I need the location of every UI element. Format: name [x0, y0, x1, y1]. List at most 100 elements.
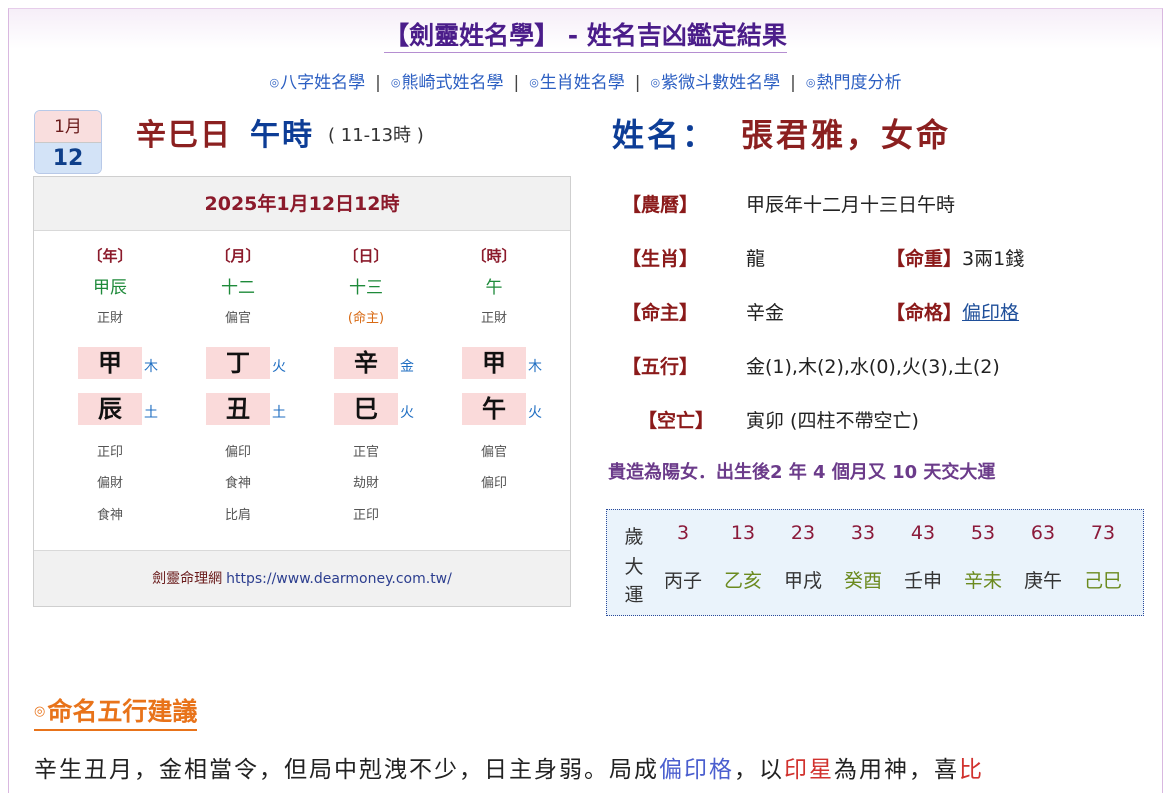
bullet-icon: ◎ [650, 76, 661, 89]
hidden-god: 正官 [352, 445, 379, 460]
hidden-god: 正印 [96, 445, 123, 460]
pillar-god: (命主) [347, 311, 385, 326]
heavenly-stem: 甲 [462, 347, 526, 379]
pillar-lunar: 十二 [221, 278, 255, 298]
pattern-link[interactable]: 偏印格 [962, 302, 1019, 324]
luck-age: 3 [676, 522, 690, 544]
page-title: 【劍靈姓名學】 - 姓名吉凶鑑定結果 [0, 16, 1171, 53]
hidden-god: 比肩 [224, 508, 251, 523]
hidden-god: 劫財 [352, 476, 379, 491]
luck-pillar: 癸酉 [843, 570, 882, 592]
luck-pillar: 辛未 [963, 570, 1002, 592]
info-zodiac-value: 龍 [746, 248, 766, 270]
top-nav: ◎八字姓名學 | ◎熊崎式姓名學 | ◎生肖姓名學 | ◎紫微斗數姓名學 | ◎熱門度分析 [269, 73, 902, 93]
chart-footer: 劍靈命理網 https://www.dearmoney.com.tw/ [34, 550, 570, 606]
pillar-god: 正財 [96, 311, 123, 326]
calendar-month: 1月 [35, 111, 101, 143]
bullet-icon: ◎ [269, 76, 280, 89]
pillar-hour: 〔時〕 午 正財 [444, 245, 544, 329]
earthly-branch: 午 [462, 393, 526, 425]
luck-pillar: 乙亥 [723, 570, 762, 592]
bazi-chart: 2025年1月12日12時 〔年〕 甲辰 正財 〔月〕 十二 偏官 〔日〕 十三… [33, 176, 571, 607]
nav-popularity[interactable]: ◎熱門度分析 [806, 73, 902, 93]
info-weight: 【命重】3兩1錢 [886, 248, 1025, 270]
heavenly-stem: 辛 [334, 347, 398, 379]
pillar-lunar: 午 [485, 278, 503, 298]
pillar-label: 〔日〕 [343, 247, 389, 265]
info-lunar-value: 甲辰年十二月十三日午時 [746, 194, 956, 216]
day-pillar: 辛巳日 [136, 118, 232, 153]
pillar-god: 正財 [480, 311, 507, 326]
info-zodiac: 【生肖】 [622, 248, 699, 270]
element-tag: 金 [400, 359, 414, 375]
bazi-date: 2025年1月12日12時 [34, 177, 570, 231]
pillar-lunar: 十三 [349, 278, 383, 298]
info-master-value: 辛金 [746, 302, 785, 324]
hour-range: ( 11-13時 ) [328, 125, 424, 146]
element-tag: 火 [528, 405, 542, 421]
name-value: 張君雅，女命 [741, 116, 952, 154]
earthly-branch: 丑 [206, 393, 270, 425]
hidden-god: 食神 [224, 476, 251, 491]
luck-table: 歲 大 運 3 13 23 33 43 53 63 73 丙子 乙亥 甲戌 癸酉… [606, 509, 1144, 616]
luck-label-1: 大 [624, 556, 644, 578]
pillar-label: 〔年〕 [87, 247, 133, 265]
element-tag: 木 [144, 359, 158, 375]
pillar-label: 〔時〕 [471, 247, 517, 265]
luck-pillar: 壬申 [903, 570, 942, 592]
luck-pillar: 庚午 [1023, 570, 1062, 592]
pillar-day: 〔日〕 十三 (命主) [316, 245, 416, 329]
hidden-god: 食神 [96, 508, 123, 523]
pillar-lunar: 甲辰 [93, 278, 127, 298]
luck-age: 63 [1030, 522, 1056, 544]
info-master: 【命主】 [622, 302, 699, 324]
calendar-icon: 1月 12 [34, 110, 102, 174]
luck-label-2: 運 [624, 584, 644, 606]
luck-age: 43 [910, 522, 936, 544]
info-lunar: 【農曆】 [622, 194, 699, 216]
earthly-branch: 辰 [78, 393, 142, 425]
info-wuxing-value: 金(1),木(2),水(0),火(3),土(2) [746, 356, 1000, 378]
info-void-value: 寅卯 (四柱不帶空亡) [746, 410, 919, 432]
luck-note: 貴造為陽女．出生後2 年 4 個月又 10 天交大運 [608, 462, 996, 483]
nav-zodiac[interactable]: ◎生肖姓名學 [529, 73, 625, 93]
element-tag: 土 [144, 405, 158, 421]
bullet-icon: ◎ [805, 76, 816, 89]
luck-age: 33 [850, 522, 876, 544]
info-void: 【空亡】 [638, 410, 715, 432]
luck-age: 73 [1090, 522, 1116, 544]
pillar-label: 〔月〕 [215, 247, 261, 265]
advice-paragraph: 辛生丑月，金相當令，但局中剋洩不少，日主身弱。局成偏印格，以印星為用神，喜比 [34, 757, 984, 783]
heavenly-stem: 丁 [206, 347, 270, 379]
calendar-day: 12 [35, 143, 101, 173]
hidden-god: 正印 [352, 508, 379, 523]
site-name: 劍靈命理網 [152, 571, 223, 587]
age-label: 歲 [624, 526, 644, 548]
bullet-icon: ◎ [34, 704, 46, 719]
hidden-god: 偏印 [480, 476, 507, 491]
info-weight-value: 3兩1錢 [962, 248, 1025, 270]
site-url[interactable]: https://www.dearmoney.com.tw/ [226, 571, 452, 587]
pillar-year: 〔年〕 甲辰 正財 [60, 245, 160, 329]
heavenly-stem: 甲 [78, 347, 142, 379]
nav-kumazaki[interactable]: ◎熊崎式姓名學 [391, 73, 504, 93]
pillar-month: 〔月〕 十二 偏官 [188, 245, 288, 329]
luck-age: 13 [730, 522, 756, 544]
luck-age: 23 [790, 522, 816, 544]
earthly-branch: 巳 [334, 393, 398, 425]
luck-pillar: 丙子 [663, 570, 702, 592]
element-tag: 火 [272, 359, 286, 375]
element-tag: 木 [528, 359, 542, 375]
birth-time-heading: 辛巳日 午時 ( 11-13時 ) [136, 110, 424, 154]
nav-ziwei[interactable]: ◎紫微斗數姓名學 [651, 73, 781, 93]
bullet-icon: ◎ [390, 76, 401, 89]
luck-age: 53 [970, 522, 996, 544]
info-wuxing: 【五行】 [622, 356, 699, 378]
nav-bazi[interactable]: ◎八字姓名學 [270, 73, 366, 93]
hidden-god: 偏印 [224, 445, 251, 460]
info-pattern: 【命格】偏印格 [886, 302, 1020, 324]
luck-pillar: 己巳 [1083, 570, 1122, 592]
element-tag: 火 [400, 405, 414, 421]
hidden-god: 偏財 [96, 476, 123, 491]
name-heading: 姓名： 張君雅，女命 [612, 110, 951, 156]
